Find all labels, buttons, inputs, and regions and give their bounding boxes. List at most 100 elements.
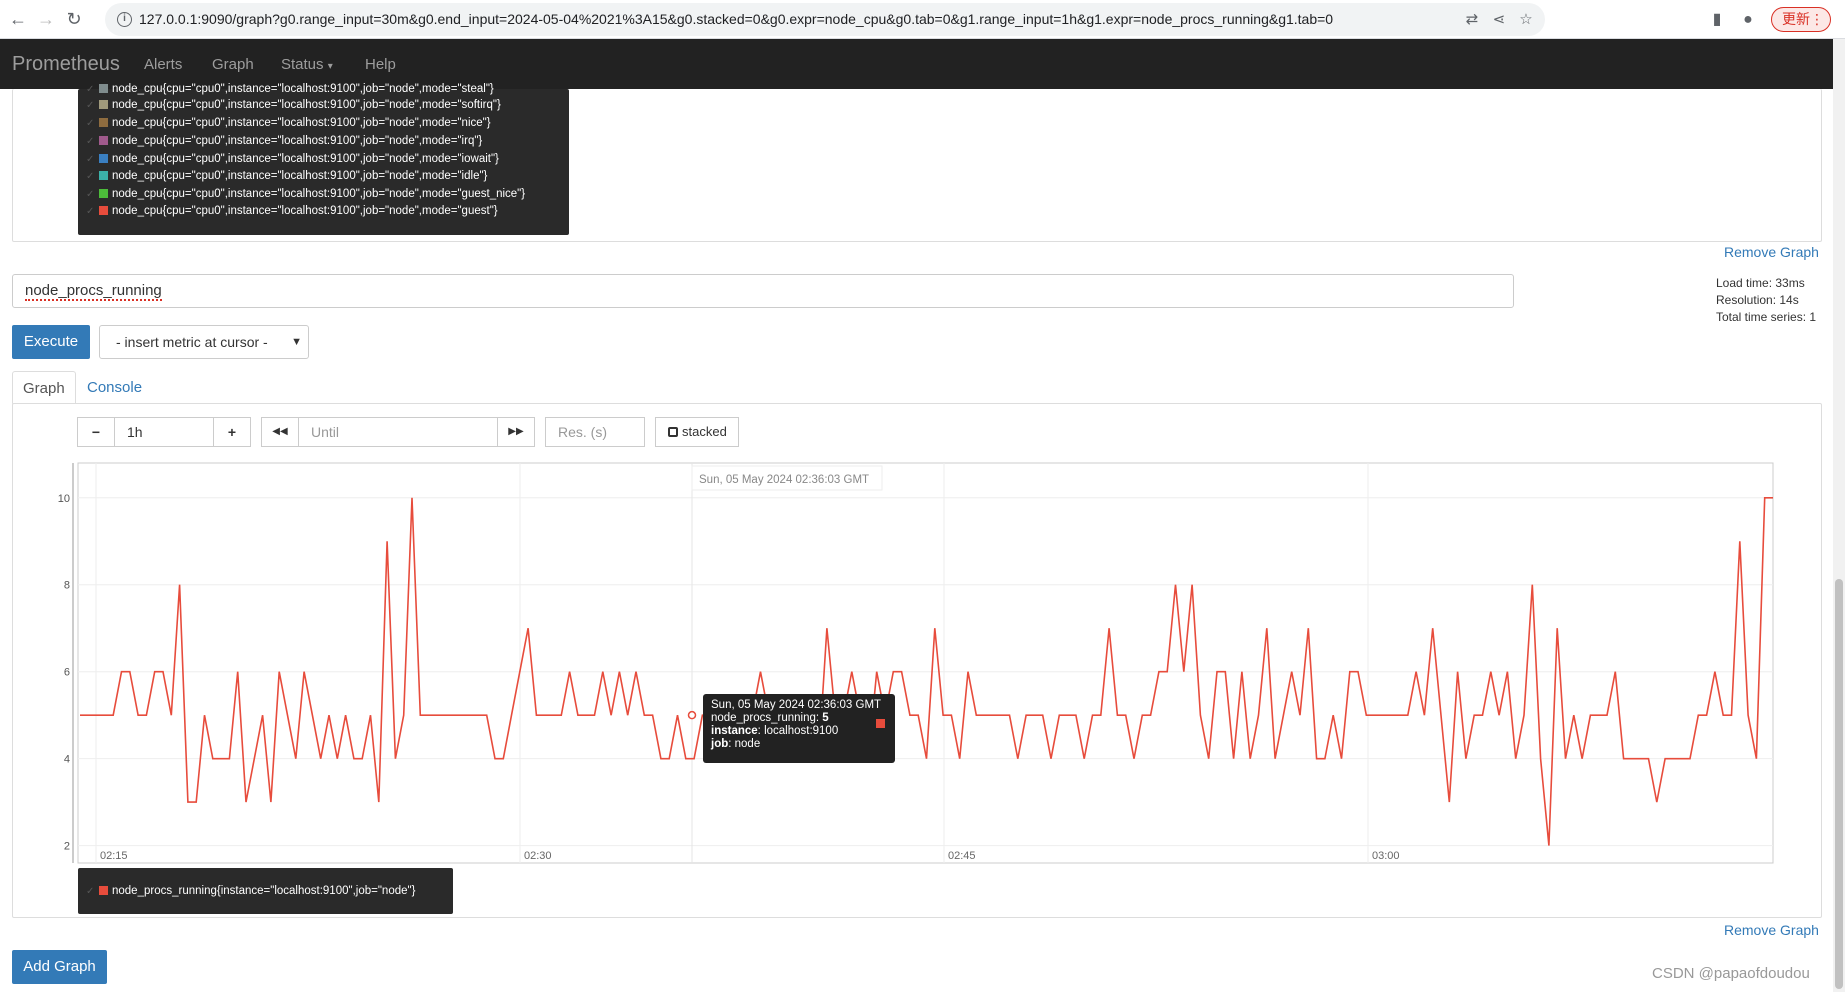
tooltip-instance-value: localhost:9100	[764, 725, 839, 737]
address-url[interactable]: 127.0.0.1:9090/graph?g0.range_input=30m&…	[139, 11, 1333, 27]
hover-tooltip: Sun, 05 May 2024 02:36:03 GMT node_procs…	[703, 694, 895, 763]
y-tick-label: 6	[64, 667, 70, 679]
check-icon: ✓	[86, 154, 95, 165]
tab-console[interactable]: Console	[77, 371, 152, 404]
translate-icon[interactable]: ⇄	[1463, 11, 1481, 29]
nav-status-label: Status	[281, 56, 324, 73]
back-arrow-icon[interactable]: ←	[6, 7, 30, 31]
legend-item[interactable]: ✓ node_cpu{cpu="cpu0",instance="localhost…	[86, 133, 482, 149]
graph0-legend: ✓ node_cpu{cpu="cpu0",instance="localhost…	[78, 83, 569, 235]
load-time-stat: Load time: 33ms	[1716, 276, 1805, 290]
expression-text: node_procs_running	[25, 282, 162, 301]
page-scrollbar[interactable]	[1833, 39, 1845, 992]
caret-down-icon: ▾	[327, 61, 333, 72]
graph1-legend: ✓ node_procs_running{instance="localhost:…	[78, 868, 453, 914]
legend-swatch	[99, 118, 108, 127]
y-tick-label: 2	[64, 841, 70, 853]
check-icon: ✓	[86, 100, 95, 111]
stacked-toggle[interactable]: stacked	[655, 417, 739, 447]
range-increase-button[interactable]: +	[213, 417, 251, 447]
plot-area	[77, 462, 1774, 864]
update-label: 更新	[1782, 11, 1810, 27]
y-tick-label: 4	[64, 754, 70, 766]
x-tick-label: 02:15	[100, 850, 128, 862]
legend-swatch	[99, 171, 108, 180]
bookmark-star-icon[interactable]: ☆	[1517, 11, 1535, 29]
legend-label: node_cpu{cpu="cpu0",instance="localhost:…	[112, 83, 494, 95]
nav-help[interactable]: Help	[365, 56, 396, 73]
remove-graph0-link[interactable]: Remove Graph	[1724, 244, 1819, 260]
browser-toolbar: ← → ↻ i 127.0.0.1:9090/graph?g0.range_in…	[0, 0, 1845, 39]
legend-swatch	[99, 84, 108, 93]
scrollbar-thumb[interactable]	[1835, 579, 1843, 989]
tooltip-metric-value: 5	[822, 712, 829, 724]
legend-item[interactable]: ✓ node_cpu{cpu="cpu0",instance="localhost…	[86, 168, 487, 184]
resolution-stat: Resolution: 14s	[1716, 293, 1799, 307]
legend-item[interactable]: ✓ node_cpu{cpu="cpu0",instance="localhost…	[86, 97, 501, 113]
address-bar[interactable]: i 127.0.0.1:9090/graph?g0.range_input=30…	[105, 3, 1545, 36]
add-graph-button[interactable]: Add Graph	[12, 950, 107, 984]
until-input[interactable]: Until	[298, 417, 498, 447]
tooltip-instance-key: instance	[711, 725, 758, 737]
site-info-icon[interactable]: i	[117, 12, 132, 27]
check-icon: ✓	[86, 118, 95, 129]
x-tick-label: 02:30	[524, 850, 552, 862]
browser-update-button[interactable]: 更新 ⋮	[1771, 7, 1831, 32]
remove-graph1-link[interactable]: Remove Graph	[1724, 922, 1819, 938]
tooltip-job-key: job	[711, 738, 729, 750]
range-decrease-button[interactable]: −	[77, 417, 115, 447]
nav-alerts[interactable]: Alerts	[144, 56, 182, 73]
legend-item[interactable]: ✓ node_cpu{cpu="cpu0",instance="localhost…	[86, 151, 499, 167]
tooltip-metric-key: node_procs_running	[711, 712, 816, 724]
total-series-stat: Total time series: 1	[1716, 310, 1817, 324]
resolution-input[interactable]: Res. (s)	[545, 417, 645, 447]
legend-item[interactable]: ✓ node_cpu{cpu="cpu0",instance="localhost…	[86, 81, 494, 97]
profile-avatar-icon[interactable]: ●	[1738, 10, 1758, 30]
brand-link[interactable]: Prometheus	[12, 53, 120, 76]
graph0-panel: ✓ node_cpu{cpu="cpu0",instance="localhost…	[12, 83, 1822, 242]
legend-label: node_cpu{cpu="cpu0",instance="localhost:…	[112, 188, 526, 200]
side-panel-icon[interactable]: ▮	[1707, 10, 1727, 30]
expression-input[interactable]: node_procs_running	[12, 274, 1514, 308]
tab-graph[interactable]: Graph	[12, 371, 76, 404]
legend-item[interactable]: ✓ node_cpu{cpu="cpu0",instance="localhost…	[86, 115, 491, 131]
range-input[interactable]: 1h	[114, 417, 214, 447]
nav-status[interactable]: Status ▾	[281, 56, 333, 73]
legend-swatch	[99, 100, 108, 109]
y-tick-label: 10	[58, 493, 70, 505]
watermark: CSDN @papaofdoudou	[1652, 965, 1810, 982]
share-icon[interactable]: ⋖	[1490, 11, 1508, 29]
legend-swatch	[99, 206, 108, 215]
legend-label: node_cpu{cpu="cpu0",instance="localhost:…	[112, 205, 498, 217]
forward-arrow-icon[interactable]: →	[34, 7, 58, 31]
legend-swatch	[99, 136, 108, 145]
nav-graph[interactable]: Graph	[212, 56, 254, 73]
legend-swatch	[99, 886, 108, 895]
reload-icon[interactable]: ↻	[62, 7, 86, 31]
legend-label: node_cpu{cpu="cpu0",instance="localhost:…	[112, 117, 491, 129]
check-icon: ✓	[86, 84, 95, 95]
check-icon: ✓	[86, 189, 95, 200]
time-back-button[interactable]: ◀◀	[261, 417, 299, 447]
legend-item[interactable]: ✓ node_cpu{cpu="cpu0",instance="localhost…	[86, 203, 498, 219]
tooltip-metric: node_procs_running: 5	[711, 712, 829, 724]
stacked-label: stacked	[682, 424, 727, 439]
time-forward-button[interactable]: ▶▶	[497, 417, 535, 447]
tooltip-job-value: node	[734, 738, 761, 750]
hover-time-label: Sun, 05 May 2024 02:36:03 GMT	[699, 474, 869, 486]
legend-item[interactable]: ✓ node_procs_running{instance="localhost:…	[86, 883, 415, 899]
legend-swatch	[99, 154, 108, 163]
check-icon: ✓	[86, 136, 95, 147]
tooltip-time: Sun, 05 May 2024 02:36:03 GMT	[711, 699, 882, 711]
chevron-down-icon: ▼	[291, 336, 302, 348]
tooltip-job: job: node	[711, 738, 761, 750]
execute-button[interactable]: Execute	[12, 325, 90, 359]
legend-swatch	[99, 189, 108, 198]
check-icon: ✓	[86, 886, 95, 897]
legend-label: node_cpu{cpu="cpu0",instance="localhost:…	[112, 153, 499, 165]
more-menu-icon: ⋮	[1810, 11, 1824, 27]
procs-running-chart[interactable]: 2 4 6 8 10 02:15 02:30 02:45 03:00 Sun, 05 May 20…	[40, 455, 1780, 865]
legend-item[interactable]: ✓ node_cpu{cpu="cpu0",instance="localhost…	[86, 186, 525, 202]
tooltip-instance: instance: localhost:9100	[711, 725, 839, 737]
insert-metric-select[interactable]: - insert metric at cursor - ▼	[99, 325, 309, 359]
